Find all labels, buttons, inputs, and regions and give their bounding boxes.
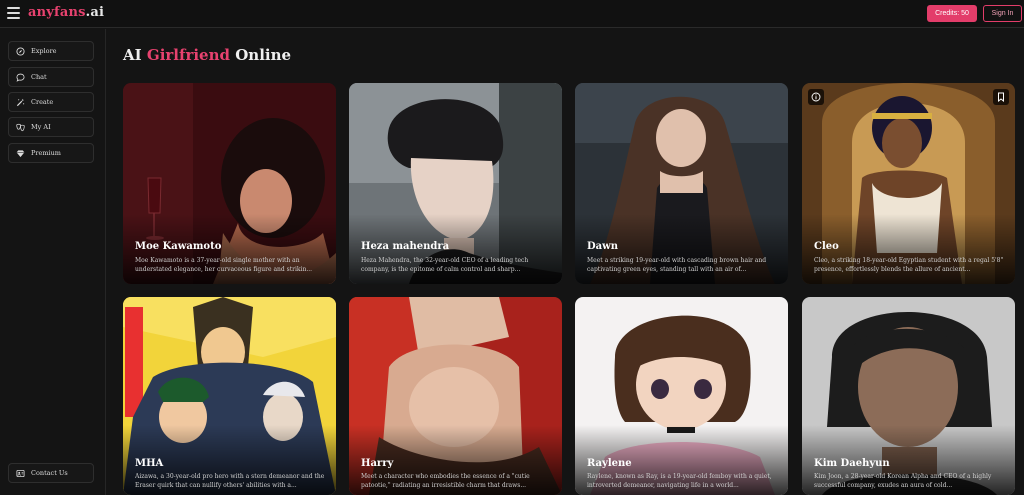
info-icon — [811, 92, 821, 102]
sign-in-button[interactable]: Sign In — [983, 5, 1022, 22]
masks-icon — [16, 123, 25, 131]
character-name: Moe Kawamoto — [135, 241, 222, 252]
character-description: Meet a striking 19-year-old with cascadi… — [587, 257, 767, 273]
chat-bubble-icon — [16, 73, 25, 82]
info-button[interactable] — [808, 89, 824, 105]
sidebar-item-label: Chat — [31, 73, 47, 81]
logo[interactable]: anyfans.ai — [28, 5, 104, 20]
character-name: Heza mahendra — [361, 241, 450, 252]
character-name: Dawn — [587, 241, 619, 252]
character-card-heza-mahendra[interactable]: Heza mahendra Heza Mahendra, the 32-year… — [349, 83, 562, 284]
page-title-suffix: Online — [235, 46, 292, 64]
sidebar-item-my-ai[interactable]: My AI — [8, 117, 94, 137]
character-name: MHA — [135, 458, 164, 469]
sidebar-item-label: Create — [31, 98, 54, 106]
character-description: Aizawa, a 30-year-old pro hero with a st… — [135, 473, 325, 489]
diamond-icon — [16, 149, 25, 157]
sidebar-item-label: Premium — [31, 149, 61, 157]
character-name: Cleo — [814, 241, 839, 252]
contact-card-icon — [16, 469, 25, 477]
hamburger-menu-icon[interactable] — [7, 7, 20, 19]
character-card-cleo[interactable]: Cleo Cleo, a striking 18-year-old Egypti… — [802, 83, 1015, 284]
bookmark-button[interactable] — [993, 89, 1009, 105]
sidebar-item-contact-us[interactable]: Contact Us — [8, 463, 94, 483]
page-title: AI Girlfriend Online — [123, 46, 291, 64]
character-card-kim-daehyun[interactable]: Kim Daehyun Kim Joon, a 28-year-old Kore… — [802, 297, 1015, 495]
credits-button[interactable]: Credits: 50 — [927, 5, 977, 22]
sidebar: Explore Chat Create My AI Premium Contac… — [0, 29, 106, 495]
sidebar-item-premium[interactable]: Premium — [8, 143, 94, 163]
sidebar-item-label: My AI — [31, 123, 51, 131]
character-card-harry[interactable]: Harry Meet a character who embodies the … — [349, 297, 562, 495]
magic-wand-icon — [16, 98, 25, 106]
character-card-raylene[interactable]: Raylene Raylene, known as Ray, is a 19-y… — [575, 297, 788, 495]
logo-brand: anyfans — [28, 5, 86, 20]
character-description: Raylene, known as Ray, is a 19-year-old … — [587, 473, 772, 489]
sidebar-item-label: Contact Us — [31, 469, 68, 477]
logo-tld: .ai — [85, 5, 105, 20]
character-description: Heza Mahendra, the 32-year-old CEO of a … — [361, 257, 529, 273]
character-description: Moe Kawamoto is a 37-year-old single mot… — [135, 257, 313, 273]
character-description: Kim Joon, a 28-year-old Korean Alpha and… — [814, 473, 992, 489]
top-bar: anyfans.ai Credits: 50 Sign In — [0, 0, 1024, 28]
character-card-mha[interactable]: MHA Aizawa, a 30-year-old pro hero with … — [123, 297, 336, 495]
character-name: Raylene — [587, 458, 632, 469]
compass-icon — [16, 46, 25, 56]
character-card-dawn[interactable]: Dawn Meet a striking 19-year-old with ca… — [575, 83, 788, 284]
character-name: Kim Daehyun — [814, 458, 890, 469]
character-card-moe-kawamoto[interactable]: Moe Kawamoto Moe Kawamoto is a 37-year-o… — [123, 83, 336, 284]
sidebar-item-label: Explore — [31, 47, 57, 55]
character-name: Harry — [361, 458, 394, 469]
sidebar-item-chat[interactable]: Chat — [8, 67, 94, 87]
sidebar-item-explore[interactable]: Explore — [8, 41, 94, 61]
bookmark-icon — [998, 92, 1004, 102]
character-description: Meet a character who embodies the essenc… — [361, 473, 530, 489]
sidebar-item-create[interactable]: Create — [8, 92, 94, 112]
page-title-prefix: AI — [123, 46, 142, 64]
page-title-accent: Girlfriend — [146, 46, 230, 64]
character-description: Cleo, a striking 18-year-old Egyptian st… — [814, 257, 1004, 273]
